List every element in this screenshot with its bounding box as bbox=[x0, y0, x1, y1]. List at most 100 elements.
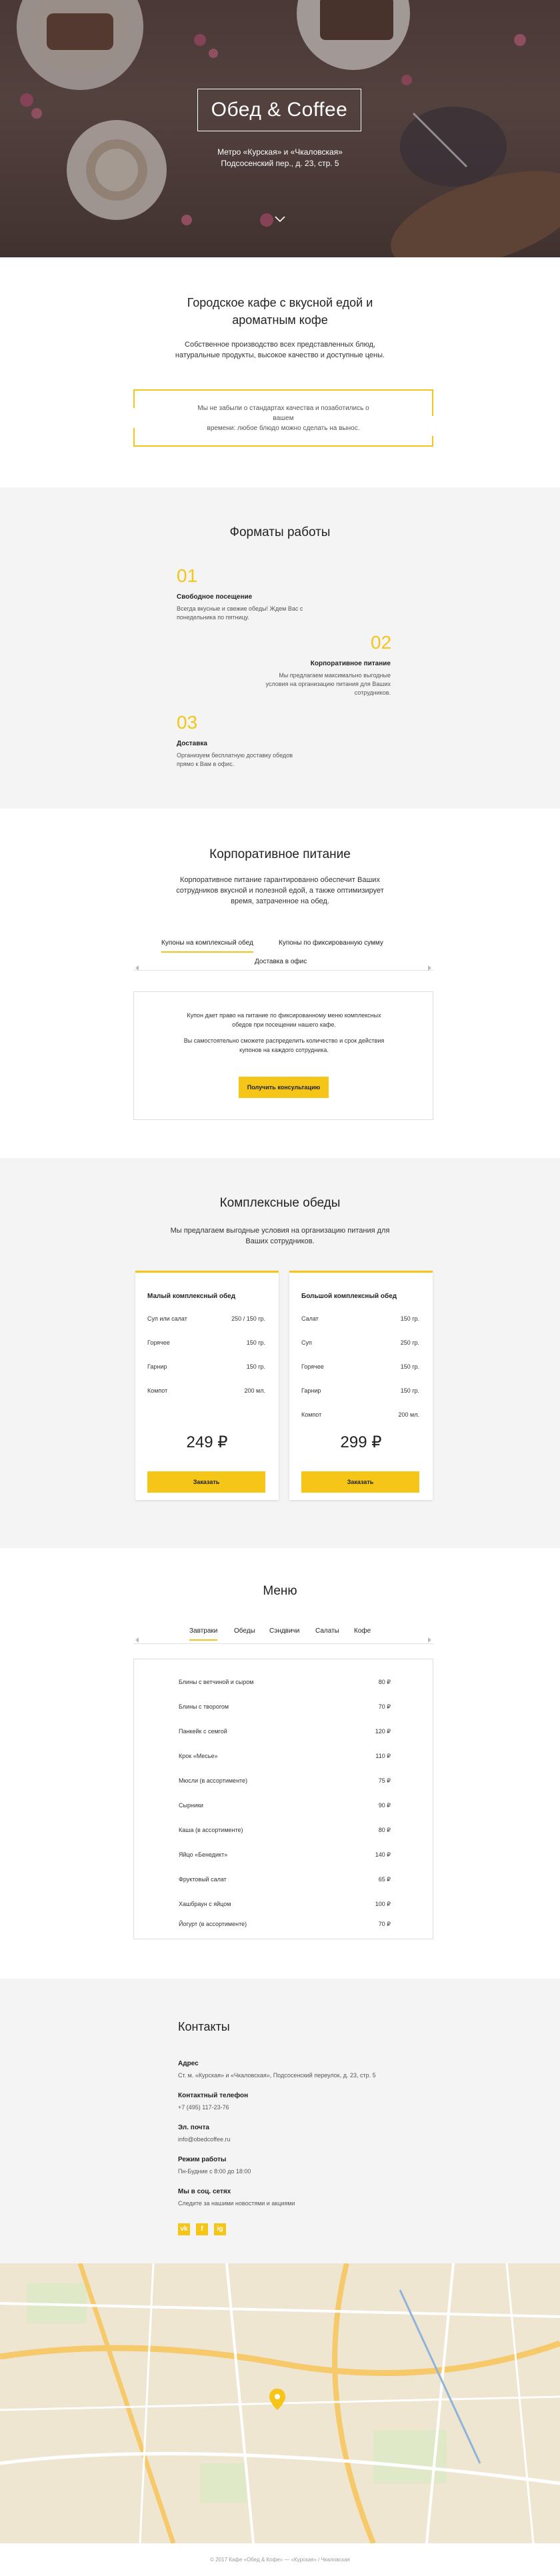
format-text-2-line3: сотрудников. bbox=[354, 689, 391, 696]
plan-row: Салат 150 гр. bbox=[301, 1315, 419, 1322]
instagram-icon[interactable]: ig bbox=[214, 2223, 226, 2235]
menu-price: 100 ₽ bbox=[375, 1901, 391, 1907]
card-line3: Вы самостоятельно сможете распределить к… bbox=[183, 1037, 385, 1044]
format-title-1: Свободное посещение bbox=[177, 593, 253, 601]
quote-line2: времени: любое блюдо можно сделать на вы… bbox=[207, 424, 360, 432]
plan-item: Гарнир bbox=[301, 1387, 321, 1394]
map-pin-icon[interactable] bbox=[269, 2389, 285, 2410]
scroll-right-icon[interactable] bbox=[428, 965, 433, 971]
plan-row: Суп 250 гр. bbox=[301, 1339, 419, 1346]
menu-price: 90 ₽ bbox=[378, 1802, 391, 1809]
plan-amount: 150 гр. bbox=[246, 1363, 265, 1370]
order-small-button[interactable]: Заказать bbox=[147, 1471, 265, 1493]
plan-large-title: Большой комплексный обед bbox=[301, 1293, 397, 1300]
lunches-text-line1: Мы предлагаем выгодные условия на органи… bbox=[170, 1227, 390, 1235]
tab-sandwiches[interactable]: Сэндвичи bbox=[269, 1627, 299, 1636]
formats-title: Форматы работы bbox=[229, 525, 331, 539]
address-value: Ст. м. «Курская» и «Чкаловская», Подсосе… bbox=[178, 2072, 376, 2079]
menu-row: Сырники 90 ₽ bbox=[179, 1802, 391, 1809]
format-num-2: 02 bbox=[371, 632, 392, 653]
contacts-title: Контакты bbox=[178, 2020, 230, 2033]
menu-price: 80 ₽ bbox=[378, 1827, 391, 1833]
menu-row: Блины с творогом 70 ₽ bbox=[179, 1703, 391, 1711]
plan-amount: 250 гр. bbox=[400, 1339, 419, 1346]
menu-item: Сырники bbox=[179, 1802, 203, 1809]
footer: © 2017 Кафе «Обед & Кофе» — «Курская» / … bbox=[0, 2543, 560, 2576]
card-line2: обедов при посещении нашего кафе. bbox=[232, 1021, 336, 1028]
plan-small: Малый комплексный обед Суп или салат 250 … bbox=[135, 1271, 279, 1500]
menu-row: Йогурт (в ассортименте) 70 ₽ bbox=[179, 1921, 391, 1928]
lunches-section: Комплексные обеды Мы предлагаем выгодные… bbox=[0, 1158, 560, 1548]
about-title-line2: ароматным кофе bbox=[232, 313, 328, 327]
corporate-text-line3: время, затраченное на обед. bbox=[231, 897, 329, 905]
plan-amount: 150 гр. bbox=[400, 1363, 419, 1370]
menu-item: Хашбраун с яйцом bbox=[179, 1901, 231, 1907]
tab-coupons-fixed[interactable]: Купоны по фиксированную сумму bbox=[279, 939, 383, 948]
tab-lunches[interactable]: Обеды bbox=[234, 1627, 255, 1636]
menu-price: 120 ₽ bbox=[375, 1728, 391, 1735]
tab-delivery[interactable]: Доставка в офис bbox=[255, 957, 307, 967]
menu-row: Блины с ветчиной и сыром 80 ₽ bbox=[179, 1679, 391, 1686]
menu-row: Хашбраун с яйцом 100 ₽ bbox=[179, 1901, 391, 1908]
plan-item: Горячее bbox=[147, 1339, 170, 1346]
menu-row: Мюсли (в ассортименте) 75 ₽ bbox=[179, 1777, 391, 1785]
tab-coupons-lunch[interactable]: Купоны на комплексный обед bbox=[161, 939, 253, 953]
scroll-left-icon[interactable] bbox=[133, 1637, 139, 1643]
social-label: Мы в соц. сетях bbox=[178, 2188, 231, 2195]
menu-price: 110 ₽ bbox=[375, 1753, 391, 1759]
hero: Обед & Coffee Метро «Курская» и «Чкаловс… bbox=[0, 0, 560, 257]
menu-row: Панкейк с семгой 120 ₽ bbox=[179, 1728, 391, 1735]
contacts-section: Контакты bbox=[0, 1979, 560, 2263]
menu-item: Панкейк с семгой bbox=[179, 1728, 227, 1735]
plan-amount: 200 мл. bbox=[398, 1411, 419, 1418]
tab-breakfast[interactable]: Завтраки bbox=[189, 1627, 218, 1641]
menu-price: 140 ₽ bbox=[375, 1851, 391, 1858]
plan-item: Компот bbox=[301, 1411, 322, 1418]
plan-item: Горячее bbox=[301, 1363, 324, 1370]
about-title-line1: Городское кафе с вкусной едой и bbox=[187, 296, 373, 309]
tab-salads[interactable]: Салаты bbox=[315, 1627, 339, 1636]
hours-value: Пн-Будние с 8:00 до 18:00 bbox=[178, 2168, 251, 2175]
vk-icon[interactable]: vk bbox=[178, 2223, 190, 2235]
plan-large: Большой комплексный обед Салат 150 гр. Су… bbox=[289, 1271, 433, 1500]
plan-amount: 150 гр. bbox=[400, 1315, 419, 1322]
about-quote: Мы не забыли о стандартах качества и поз… bbox=[132, 389, 435, 447]
email-value[interactable]: info@obedcoffee.ru bbox=[178, 2136, 231, 2143]
lunches-text-line2: Ваших сотрудников. bbox=[245, 1237, 315, 1245]
plan-row: Гарнир 150 гр. bbox=[301, 1387, 419, 1394]
menu-item: Яйцо «Бенедикт» bbox=[179, 1851, 228, 1858]
lunches-title: Комплексные обеды bbox=[219, 1196, 341, 1210]
menu-price: 70 ₽ bbox=[378, 1703, 391, 1710]
map[interactable] bbox=[0, 2263, 560, 2543]
menu-row: Яйцо «Бенедикт» 140 ₽ bbox=[179, 1851, 391, 1859]
scroll-right-icon[interactable] bbox=[428, 1637, 433, 1643]
chevron-down-icon[interactable] bbox=[273, 212, 287, 225]
menu-item: Мюсли (в ассортименте) bbox=[179, 1777, 248, 1784]
format-text-3: Организуем бесплатную доставку обедов пр… bbox=[177, 751, 310, 769]
tab-coffee[interactable]: Кофе bbox=[354, 1627, 371, 1636]
format-text-2: Мы предлагаем максимально выгодные услов… bbox=[257, 671, 391, 697]
hero-title: Обед & Coffee bbox=[197, 89, 361, 131]
plan-small-price: 249 ₽ bbox=[186, 1433, 228, 1451]
facebook-icon[interactable]: f bbox=[196, 2223, 208, 2235]
menu-card bbox=[133, 1659, 433, 1939]
format-text-1-line2: понедельника по пятницу. bbox=[177, 614, 249, 621]
plan-row: Компот 200 мл. bbox=[147, 1387, 265, 1394]
plan-row: Горячее 150 гр. bbox=[301, 1363, 419, 1370]
menu-price: 75 ₽ bbox=[378, 1777, 391, 1784]
phone-value[interactable]: +7 (495) 117-23-76 bbox=[178, 2104, 229, 2111]
menu-item: Фруктовый салат bbox=[179, 1876, 227, 1883]
about-text-line2: натуральные продукты, высокое качество и… bbox=[175, 351, 385, 359]
hours-label: Режим работы bbox=[178, 2156, 227, 2163]
consultation-button[interactable]: Получить консультацию bbox=[239, 1077, 329, 1098]
plan-row: Суп или салат 250 / 150 гр. bbox=[147, 1315, 265, 1322]
plan-row: Гарнир 150 гр. bbox=[147, 1363, 265, 1370]
hero-metro: Метро «Курская» и «Чкаловская» bbox=[217, 147, 343, 157]
formats-section: Форматы работы 01 Свободное посещение Вс… bbox=[0, 487, 560, 809]
menu-row: Фруктовый салат 65 ₽ bbox=[179, 1876, 391, 1883]
scroll-left-icon[interactable] bbox=[133, 965, 139, 971]
address-label: Адрес bbox=[178, 2060, 199, 2067]
menu-item: Блины с ветчиной и сыром bbox=[179, 1679, 254, 1685]
about-text: Собственное производство всех представле… bbox=[133, 339, 427, 361]
order-large-button[interactable]: Заказать bbox=[301, 1471, 419, 1493]
